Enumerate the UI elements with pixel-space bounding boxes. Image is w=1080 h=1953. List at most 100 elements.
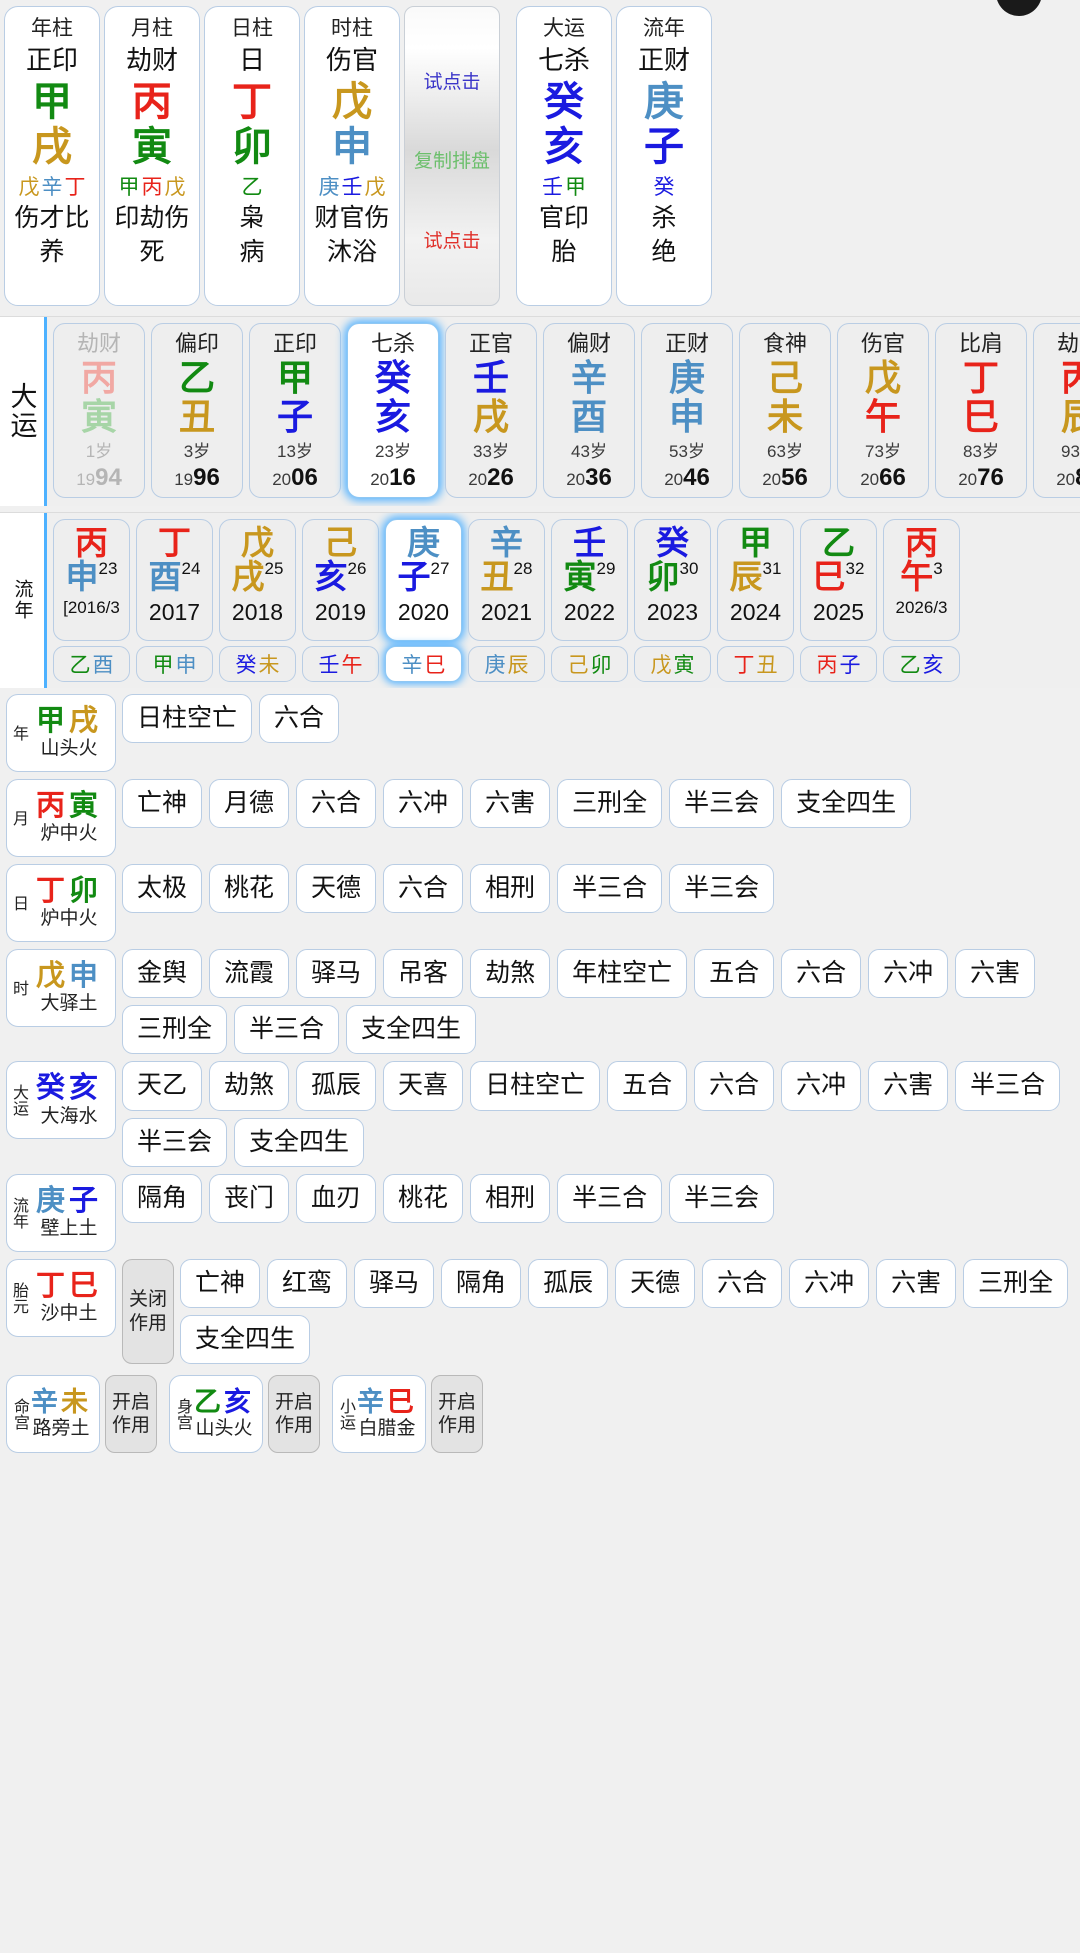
shensha-tag[interactable]: 六合 <box>296 778 377 829</box>
pillar-extra-0[interactable]: 大运 七杀癸亥壬甲 官印胎 <box>516 6 612 306</box>
shensha-tag[interactable]: 流霞 <box>209 948 290 999</box>
shensha-tag[interactable]: 年柱空亡 <box>557 948 688 999</box>
dayun-strip[interactable]: 大运 劫财丙寅 1岁 1994 偏印乙丑 3岁 1996 正印甲子 13岁 2006 七杀癸亥 23… <box>0 316 1080 506</box>
dayun-cells[interactable]: 劫财丙寅 1岁 1994 偏印乙丑 3岁 1996 正印甲子 13岁 2006 七杀癸亥 23岁 20… <box>47 317 1080 506</box>
shensha-tag[interactable]: 太极 <box>122 863 203 914</box>
shensha-tag[interactable]: 金舆 <box>122 948 203 999</box>
shensha-tag[interactable]: 半三会 <box>669 863 775 914</box>
shensha-tag[interactable]: 孤辰 <box>296 1061 377 1111</box>
dayun-cell-5[interactable]: 偏财辛酉 43岁 2036 <box>543 323 635 498</box>
shensha-tag[interactable]: 相刑 <box>470 1173 551 1224</box>
shensha-tag[interactable]: 半三合 <box>234 1005 340 1055</box>
taiyuan-toggle-button[interactable]: 关闭 作用 <box>122 1258 174 1365</box>
liunian-cell-1[interactable]: 丁酉 24 2017 <box>136 518 213 641</box>
shensha-tag[interactable]: 日柱空亡 <box>122 693 253 744</box>
shensha-tag[interactable]: 六合 <box>702 1258 783 1309</box>
shensha-tag[interactable]: 劫煞 <box>470 948 551 999</box>
liunian-cell-0[interactable]: 丙申 23 [2016/3 <box>53 518 130 641</box>
liunian-xiaoyun-6[interactable]: 己卯 <box>551 645 628 682</box>
shensha-tag[interactable]: 驿马 <box>354 1258 435 1309</box>
shensha-tag[interactable]: 五合 <box>607 1061 688 1111</box>
liunian-xiaoyun-9[interactable]: 丙子 <box>800 645 877 682</box>
shensha-tag[interactable]: 驿马 <box>296 948 377 999</box>
dayun-cell-1[interactable]: 偏印乙丑 3岁 1996 <box>151 323 243 498</box>
liunian-cell-7[interactable]: 癸卯 30 2023 <box>634 518 711 641</box>
shensha-tag[interactable]: 桃花 <box>383 1173 464 1224</box>
liunian-cell-3[interactable]: 己亥 26 2019 <box>302 518 379 641</box>
shensha-tag[interactable]: 支全四生 <box>234 1117 365 1167</box>
shensha-tag[interactable]: 天德 <box>296 863 377 914</box>
dayun-cell-2[interactable]: 正印甲子 13岁 2006 <box>249 323 341 498</box>
dayun-cell-8[interactable]: 伤官戊午 73岁 2066 <box>837 323 929 498</box>
shensha-tag[interactable]: 支全四生 <box>781 778 912 829</box>
shensha-tag[interactable]: 劫煞 <box>209 1061 290 1111</box>
shensha-tag[interactable]: 六冲 <box>383 778 464 829</box>
palace-toggle-button-1[interactable]: 开启 作用 <box>268 1375 320 1454</box>
shensha-tag[interactable]: 日柱空亡 <box>470 1061 601 1111</box>
shensha-tag[interactable]: 三刑全 <box>122 1005 228 1055</box>
liunian-xiaoyun-4[interactable]: 辛巳 <box>385 645 462 682</box>
liunian-xiaoyun-10[interactable]: 乙亥 <box>883 645 960 682</box>
liunian-xiaoyun-7[interactable]: 戊寅 <box>634 645 711 682</box>
liunian-cell-2[interactable]: 戊戌 25 2018 <box>219 518 296 641</box>
shensha-tag[interactable]: 孤辰 <box>528 1258 609 1309</box>
shensha-tag[interactable]: 半三会 <box>669 1173 775 1224</box>
shensha-tag[interactable]: 隔角 <box>441 1258 522 1309</box>
dayun-cell-0[interactable]: 劫财丙寅 1岁 1994 <box>53 323 145 498</box>
shensha-tag[interactable]: 天喜 <box>383 1061 464 1111</box>
shensha-tag[interactable]: 相刑 <box>470 863 551 914</box>
dayun-cell-3[interactable]: 七杀癸亥 23岁 2016 <box>347 323 439 498</box>
shensha-tag[interactable]: 六害 <box>876 1258 957 1309</box>
shensha-tag[interactable]: 六合 <box>781 948 862 999</box>
liunian-xiaoyun-3[interactable]: 壬午 <box>302 645 379 682</box>
pillar-1[interactable]: 月柱 劫财丙寅甲丙戊 印劫伤死 <box>104 6 200 306</box>
copy-chart-button[interactable]: 试点击 复制排盘 试点击 <box>404 6 500 306</box>
shensha-tag[interactable]: 支全四生 <box>346 1005 477 1055</box>
shensha-tag[interactable]: 三刑全 <box>963 1258 1069 1309</box>
shensha-tag[interactable]: 五合 <box>694 948 775 999</box>
dayun-cell-10[interactable]: 劫财丙辰 93岁 2086 <box>1033 323 1080 498</box>
shensha-tag[interactable]: 半三会 <box>669 778 775 829</box>
shensha-tag[interactable]: 亡神 <box>122 778 203 829</box>
liunian-cell-4[interactable]: 庚子 27 2020 <box>385 518 462 641</box>
liunian-cell-8[interactable]: 甲辰 31 2024 <box>717 518 794 641</box>
shensha-tag[interactable]: 天德 <box>615 1258 696 1309</box>
liunian-cell-6[interactable]: 壬寅 29 2022 <box>551 518 628 641</box>
shensha-tag[interactable]: 血刃 <box>296 1173 377 1224</box>
palace-toggle-button-0[interactable]: 开启 作用 <box>105 1375 157 1454</box>
liunian-xiaoyun-2[interactable]: 癸未 <box>219 645 296 682</box>
shensha-tag[interactable]: 桃花 <box>209 863 290 914</box>
shensha-tag[interactable]: 半三合 <box>557 863 663 914</box>
liunian-xiaoyun-1[interactable]: 甲申 <box>136 645 213 682</box>
shensha-tag[interactable]: 六冲 <box>789 1258 870 1309</box>
shensha-tag[interactable]: 六害 <box>955 948 1036 999</box>
shensha-tag[interactable]: 亡神 <box>180 1258 261 1309</box>
shensha-tag[interactable]: 六合 <box>383 863 464 914</box>
dayun-cell-6[interactable]: 正财庚申 53岁 2046 <box>641 323 733 498</box>
liunian-cells[interactable]: 丙申 23 [2016/3 乙酉丁酉 24 2017 甲申戊戌 25 2018 癸未己亥 26 201… <box>47 513 966 688</box>
dayun-cell-7[interactable]: 食神己未 63岁 2056 <box>739 323 831 498</box>
liunian-xiaoyun-0[interactable]: 乙酉 <box>53 645 130 682</box>
shensha-tag[interactable]: 六害 <box>470 778 551 829</box>
shensha-tag[interactable]: 丧门 <box>209 1173 290 1224</box>
shensha-tag[interactable]: 半三合 <box>955 1061 1061 1111</box>
shensha-tag[interactable]: 支全四生 <box>180 1315 311 1365</box>
liunian-strip[interactable]: 流年 丙申 23 [2016/3 乙酉丁酉 24 2017 甲申戊戌 25 2018 癸未己亥 26… <box>0 511 1080 688</box>
liunian-xiaoyun-5[interactable]: 庚辰 <box>468 645 545 682</box>
shensha-tag[interactable]: 三刑全 <box>557 778 663 829</box>
dayun-cell-9[interactable]: 比肩丁巳 83岁 2076 <box>935 323 1027 498</box>
shensha-tag[interactable]: 隔角 <box>122 1173 203 1224</box>
shensha-tag[interactable]: 六冲 <box>868 948 949 999</box>
pillar-2[interactable]: 日柱日丁卯乙枭病 <box>204 6 300 306</box>
shensha-tag[interactable]: 天乙 <box>122 1061 203 1111</box>
shensha-tag[interactable]: 半三合 <box>557 1173 663 1224</box>
liunian-xiaoyun-8[interactable]: 丁丑 <box>717 645 794 682</box>
dayun-cell-4[interactable]: 正官壬戌 33岁 2026 <box>445 323 537 498</box>
shensha-tag[interactable]: 六合 <box>259 693 340 744</box>
shensha-tag[interactable]: 半三会 <box>122 1117 228 1167</box>
liunian-cell-5[interactable]: 辛丑 28 2021 <box>468 518 545 641</box>
shensha-tag[interactable]: 月德 <box>209 778 290 829</box>
shensha-tag[interactable]: 吊客 <box>383 948 464 999</box>
shensha-tag[interactable]: 六冲 <box>781 1061 862 1111</box>
shensha-tag[interactable]: 红鸾 <box>267 1258 348 1309</box>
